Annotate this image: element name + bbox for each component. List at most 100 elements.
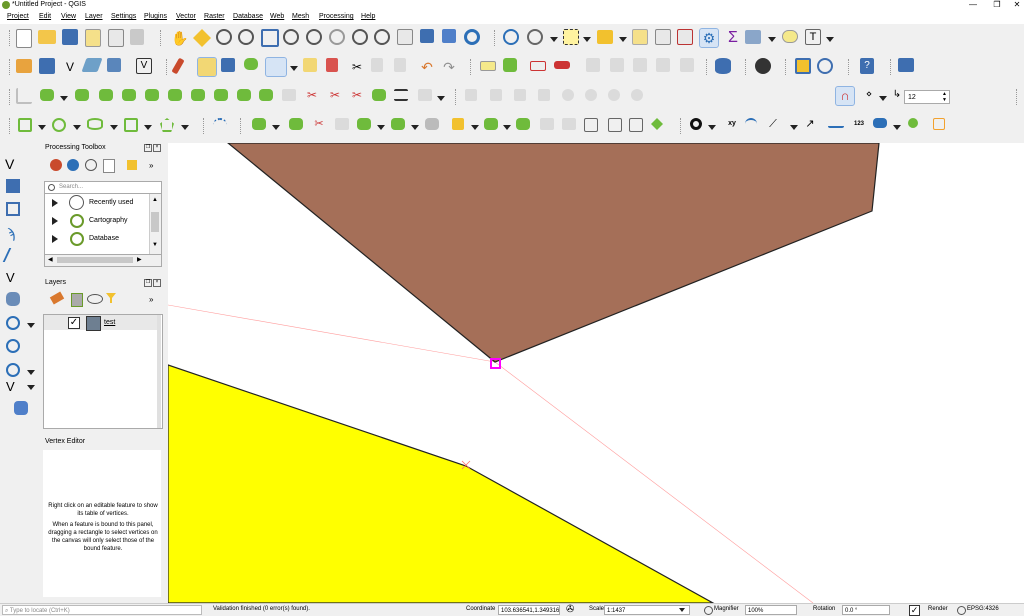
add-part-icon[interactable] <box>75 89 89 101</box>
chevron-down-icon[interactable] <box>27 385 35 390</box>
chevron-down-icon[interactable] <box>768 37 776 42</box>
label-tool-icon[interactable] <box>873 118 887 128</box>
pan-hand-icon[interactable]: ✋ <box>171 29 189 47</box>
adv-tool-13-icon[interactable] <box>584 118 598 132</box>
chevron-down-icon[interactable] <box>60 96 68 101</box>
gear-icon[interactable] <box>50 159 62 171</box>
diagram-move-icon[interactable] <box>656 58 670 72</box>
menu-project[interactable]: Project <box>7 13 29 20</box>
temporal-controller-icon[interactable] <box>442 29 456 43</box>
zoom-to-selection-icon[interactable] <box>283 29 299 45</box>
fill-ring-icon[interactable] <box>99 89 113 101</box>
effects-icon[interactable] <box>608 89 620 101</box>
chevron-down-icon[interactable] <box>826 37 834 42</box>
spin-arrows-icon[interactable]: ▲ ▼ <box>942 91 947 103</box>
pin-labels-icon[interactable] <box>530 61 546 71</box>
add-postgis-icon[interactable] <box>6 292 20 306</box>
zoom-next-icon[interactable] <box>374 29 390 45</box>
zoom-out-icon[interactable] <box>238 29 254 45</box>
adv-tool-14-icon[interactable] <box>608 118 622 132</box>
database-icon[interactable] <box>715 58 731 74</box>
add-mesh-icon[interactable]: V <box>136 58 152 74</box>
close-panel-button[interactable]: × <box>153 279 161 287</box>
extents-toggle-icon[interactable]: ✇ <box>566 604 574 616</box>
chevron-down-icon[interactable] <box>503 125 511 130</box>
snapping-magnet-icon[interactable]: ∩ <box>835 86 855 106</box>
add-wcs-icon[interactable] <box>6 339 20 353</box>
label-icon[interactable] <box>480 61 496 71</box>
rotate-label-icon[interactable] <box>610 58 624 72</box>
scrollbar-thumb[interactable] <box>57 257 133 263</box>
zoom-last-icon[interactable] <box>352 29 368 45</box>
chevron-down-icon[interactable] <box>583 37 591 42</box>
chevron-down-icon[interactable] <box>790 125 798 130</box>
align-icon[interactable] <box>394 89 408 101</box>
layer-visibility-checkbox[interactable]: ✓ <box>68 317 80 329</box>
adv-tool-1-icon[interactable] <box>252 118 266 130</box>
visibility-eye-icon[interactable] <box>87 294 103 304</box>
horizontal-scrollbar[interactable]: ◀ ▶ <box>44 254 162 267</box>
chevron-down-icon[interactable] <box>708 125 716 130</box>
coordinate-field[interactable]: 103.636541,1.349316 <box>498 605 560 615</box>
adv-tool-7-icon[interactable] <box>425 118 439 130</box>
add-raster-icon[interactable] <box>107 58 121 72</box>
spatial-query-icon[interactable] <box>562 89 574 101</box>
menu-raster[interactable]: Raster <box>204 13 225 20</box>
vertex-tool-icon[interactable] <box>265 57 287 77</box>
split-tool-icon[interactable]: ↗ <box>803 118 817 130</box>
locator-search-input[interactable]: ⌕ Type to locate (Ctrl+K) <box>2 605 202 615</box>
action-icon[interactable] <box>527 29 543 45</box>
adv-tool-12-icon[interactable] <box>562 118 576 130</box>
scale-field[interactable]: 1:1437 <box>604 605 690 615</box>
xy-icon[interactable]: xy <box>723 118 741 136</box>
add-vector-tile-icon[interactable] <box>14 401 28 415</box>
add-mesh-layer-icon[interactable] <box>6 202 20 216</box>
maximize-button[interactable]: ❐ <box>990 0 1004 9</box>
point-tool-icon[interactable] <box>908 118 918 128</box>
adv-tool-16-icon[interactable] <box>651 118 663 130</box>
crs-indicator[interactable]: EPSG:4326 <box>967 606 999 612</box>
change-label-icon[interactable] <box>633 58 647 72</box>
chevron-down-icon[interactable] <box>181 125 189 130</box>
offset-curve-icon[interactable] <box>191 89 205 101</box>
add-rectangle-extent-icon[interactable] <box>124 118 138 132</box>
menu-edit[interactable]: Edit <box>39 13 51 20</box>
zoom-native-icon[interactable] <box>329 29 345 45</box>
vertical-scrollbar[interactable] <box>157 315 161 428</box>
expand-arrow-icon[interactable] <box>52 199 58 207</box>
chevron-down-icon[interactable] <box>879 96 887 101</box>
statistical-summary-icon[interactable]: Σ <box>724 29 742 47</box>
field-calculator-icon[interactable] <box>677 29 693 45</box>
brown-polygon[interactable] <box>227 143 880 363</box>
add-rectangle-icon[interactable] <box>18 118 32 132</box>
layer-name[interactable]: test <box>104 319 115 326</box>
menu-processing[interactable]: Processing <box>319 13 354 20</box>
tree-item-cartography[interactable]: Cartography <box>45 212 147 230</box>
modify-attributes-icon[interactable] <box>303 58 317 72</box>
annotation-icon[interactable] <box>538 89 550 101</box>
python-icon[interactable] <box>67 159 79 171</box>
split-parts-icon[interactable] <box>259 89 273 101</box>
add-group-icon[interactable] <box>71 293 83 307</box>
menu-plugins[interactable]: Plugins <box>144 13 167 20</box>
numbering-icon[interactable]: 123 <box>850 118 868 136</box>
python-console-icon[interactable] <box>795 58 811 74</box>
delete-ring-icon[interactable] <box>122 89 136 101</box>
layer-diagram-icon[interactable] <box>503 58 517 72</box>
chevron-down-icon[interactable] <box>893 125 901 130</box>
chevron-down-icon[interactable] <box>679 608 685 612</box>
globe-icon[interactable] <box>957 606 966 615</box>
new-project-icon[interactable] <box>16 29 32 48</box>
close-panel-button[interactable]: × <box>153 144 161 152</box>
tree-item-recently-used[interactable]: Recently used <box>45 194 147 212</box>
bridge-icon[interactable] <box>828 118 844 128</box>
save-edits-icon[interactable] <box>221 58 235 72</box>
magnifier-field[interactable]: 100% <box>745 605 797 615</box>
edits-icon[interactable] <box>16 59 32 73</box>
style-manager-icon[interactable] <box>130 29 144 45</box>
identify-features-icon[interactable] <box>503 29 519 45</box>
new-3d-map-icon[interactable] <box>420 29 434 43</box>
layer-row[interactable]: ✓ test <box>44 315 160 331</box>
history-icon[interactable] <box>85 159 97 171</box>
float-panel-button[interactable]: ❐ <box>144 144 152 152</box>
